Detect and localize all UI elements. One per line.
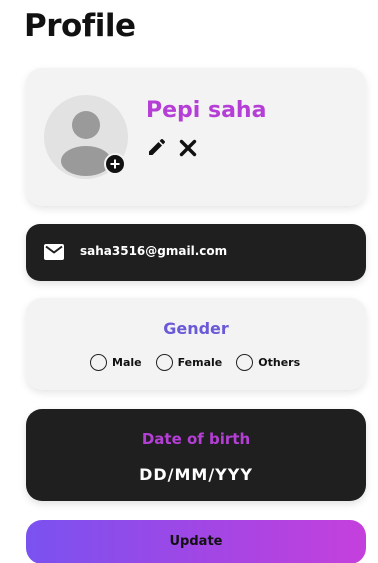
page-title: Profile [24, 8, 136, 44]
date-of-birth-card[interactable]: Date of birth DD/MM/YYY [26, 409, 366, 501]
email-card: saha3516@gmail.com [26, 224, 366, 281]
gender-option-female[interactable]: Female [155, 354, 223, 371]
radio-button[interactable] [236, 354, 254, 371]
mail-icon [44, 244, 64, 260]
update-button-label: Update [169, 534, 223, 549]
profile-screen: Profile Pepi saha saha3516@gmail.com Gen… [0, 0, 378, 563]
add-photo-button[interactable] [104, 153, 126, 175]
profile-card: Pepi saha [26, 68, 366, 206]
profile-name: Pepi saha [146, 98, 267, 123]
gender-option-others[interactable]: Others [236, 354, 300, 371]
gender-title: Gender [163, 319, 229, 338]
gender-card: Gender Male Female Others [26, 298, 366, 390]
radio-button[interactable] [90, 354, 107, 371]
email-value: saha3516@gmail.com [80, 244, 228, 258]
pencil-icon [149, 138, 166, 155]
radio-button[interactable] [155, 354, 173, 371]
plus-icon [110, 159, 120, 169]
edit-profile-button[interactable] [146, 138, 166, 158]
gender-option-male[interactable]: Male [90, 354, 142, 371]
gender-radio-group: Male Female Others [90, 354, 300, 371]
update-button[interactable]: Update [26, 520, 366, 563]
dob-field[interactable]: DD/MM/YYY [26, 465, 366, 484]
close-icon [179, 139, 197, 157]
dob-title: Date of birth [141, 430, 251, 448]
radio-label: Male [112, 356, 142, 369]
cancel-edit-button[interactable] [178, 138, 198, 158]
radio-label: Female [177, 356, 223, 369]
radio-label: Others [258, 356, 301, 369]
